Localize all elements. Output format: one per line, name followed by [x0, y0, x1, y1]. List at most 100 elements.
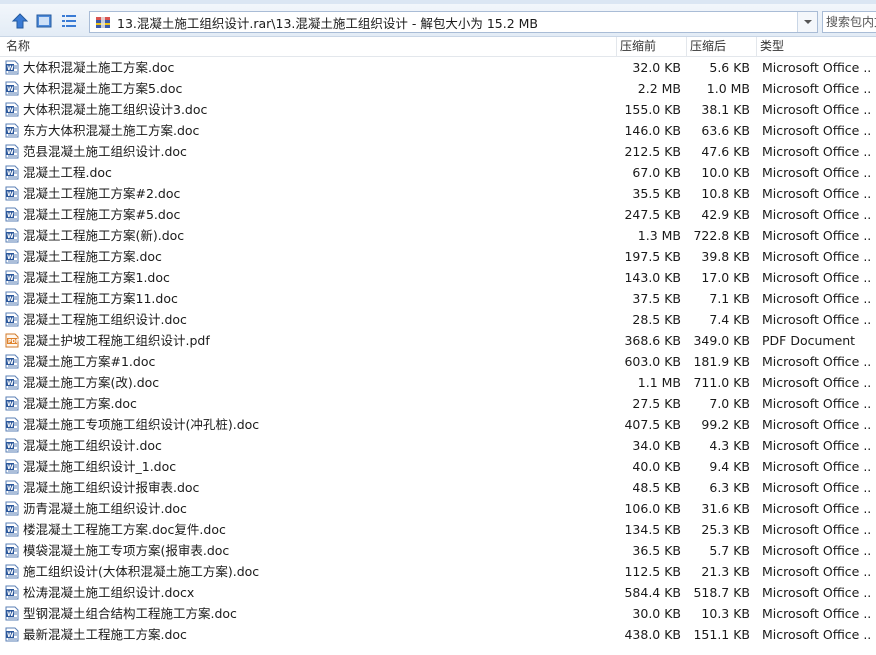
- file-row[interactable]: W 范县混凝土施工组织设计.doc 212.5 KB 47.6 KB Microsoft…: [0, 141, 876, 162]
- column-header-original-size[interactable]: 压缩前: [617, 37, 687, 57]
- file-compressed-size: 10.8 KB: [701, 186, 750, 201]
- file-compressed-size: 4.3 KB: [709, 438, 750, 453]
- svg-text:W: W: [7, 632, 14, 639]
- file-row[interactable]: W 模袋混凝土施工专项方案(报审表.doc 36.5 KB 5.7 KB Microso…: [0, 540, 876, 561]
- file-row[interactable]: W 大体积混凝土施工方案.doc 32.0 KB 5.6 KB Microsoft Of…: [0, 57, 876, 78]
- file-type: Microsoft Office ...: [762, 627, 872, 642]
- file-original-size: 27.5 KB: [632, 396, 681, 411]
- word-doc-icon: W: [5, 312, 19, 327]
- file-name: 混凝土施工方案.doc: [23, 396, 137, 411]
- address-dropdown-button[interactable]: [797, 12, 817, 32]
- word-doc-icon: W: [5, 207, 19, 222]
- up-folder-button[interactable]: [9, 10, 31, 32]
- file-name: 东方大体积混凝土施工方案.doc: [23, 123, 200, 138]
- file-row[interactable]: W 施工组织设计(大体积混凝土施工方案).doc 112.5 KB 21.3 KB Mi…: [0, 561, 876, 582]
- file-compressed-size: 6.3 KB: [709, 480, 750, 495]
- details-view-button[interactable]: [58, 10, 80, 32]
- file-type: Microsoft Office ...: [762, 207, 872, 222]
- file-original-size: 212.5 KB: [624, 144, 681, 159]
- arrow-up-icon: [11, 13, 29, 29]
- file-row[interactable]: W 混凝土工程施工方案(新).doc 1.3 MB 722.8 KB Microsoft…: [0, 225, 876, 246]
- file-original-size: 35.5 KB: [632, 186, 681, 201]
- file-compressed-size: 10.3 KB: [701, 606, 750, 621]
- word-doc-icon: W: [5, 438, 19, 453]
- column-header-type[interactable]: 类型: [757, 37, 876, 57]
- file-row[interactable]: W 混凝土施工组织设计报审表.doc 48.5 KB 6.3 KB Microsoft …: [0, 477, 876, 498]
- file-row[interactable]: W 沥青混凝土施工组织设计.doc 106.0 KB 31.6 KB Microsoft…: [0, 498, 876, 519]
- file-compressed-size: 47.6 KB: [701, 144, 750, 159]
- file-row[interactable]: W 混凝土施工组织设计.doc 34.0 KB 4.3 KB Microsoft Off…: [0, 435, 876, 456]
- file-row[interactable]: W 混凝土工程.doc 67.0 KB 10.0 KB Microsoft Office…: [0, 162, 876, 183]
- svg-text:W: W: [7, 212, 14, 219]
- file-original-size: 30.0 KB: [632, 606, 681, 621]
- file-row[interactable]: W 混凝土施工方案(改).doc 1.1 MB 711.0 KB Microsoft O…: [0, 372, 876, 393]
- file-row[interactable]: W 东方大体积混凝土施工方案.doc 146.0 KB 63.6 KB Microsof…: [0, 120, 876, 141]
- column-header-name[interactable]: 名称: [0, 37, 617, 57]
- file-type: Microsoft Office ...: [762, 144, 872, 159]
- file-type: Microsoft Office ...: [762, 606, 872, 621]
- file-compressed-size: 722.8 KB: [693, 228, 750, 243]
- file-row[interactable]: W 混凝土施工专项施工组织设计(冲孔桩).doc 407.5 KB 99.2 KB Mi…: [0, 414, 876, 435]
- file-compressed-size: 10.0 KB: [701, 165, 750, 180]
- word-doc-icon: W: [5, 60, 19, 75]
- svg-text:W: W: [7, 191, 14, 198]
- address-bar[interactable]: 13.混凝土施工组织设计.rar\13.混凝土施工组织设计 - 解包大小为 15…: [89, 11, 818, 33]
- file-type: PDF Document: [762, 333, 856, 348]
- file-row[interactable]: W 楼混凝土工程施工方案.doc复件.doc 134.5 KB 25.3 KB Micr…: [0, 519, 876, 540]
- search-input[interactable]: [823, 12, 876, 32]
- file-original-size: 40.0 KB: [632, 459, 681, 474]
- svg-text:W: W: [7, 107, 14, 114]
- file-row[interactable]: W 松涛混凝土施工组织设计.docx 584.4 KB 518.7 KB Microso…: [0, 582, 876, 603]
- file-name: 混凝土工程施工方案(新).doc: [23, 228, 185, 243]
- file-original-size: 67.0 KB: [632, 165, 681, 180]
- file-row[interactable]: W 混凝土施工组织设计_1.doc 40.0 KB 9.4 KB Microsoft O…: [0, 456, 876, 477]
- file-row[interactable]: W 混凝土工程施工方案11.doc 37.5 KB 7.1 KB Microsoft O…: [0, 288, 876, 309]
- word-doc-icon: W: [5, 480, 19, 495]
- file-original-size: 1.3 MB: [637, 228, 681, 243]
- word-doc-icon: W: [5, 543, 19, 558]
- file-name: 混凝土工程施工方案#2.doc: [23, 186, 181, 201]
- file-type: Microsoft Office ...: [762, 585, 872, 600]
- file-row[interactable]: W 大体积混凝土施工方案5.doc 2.2 MB 1.0 MB Microsoft Of…: [0, 78, 876, 99]
- file-original-size: 134.5 KB: [624, 522, 681, 537]
- file-row[interactable]: W 型钢混凝土组合结构工程施工方案.doc 30.0 KB 10.3 KB Micros…: [0, 603, 876, 624]
- file-type: Microsoft Office ...: [762, 396, 872, 411]
- view-list-icon: [62, 15, 76, 27]
- file-name: 混凝土施工组织设计_1.doc: [23, 459, 177, 474]
- file-row[interactable]: W 混凝土施工方案.doc 27.5 KB 7.0 KB Microsoft Offic…: [0, 393, 876, 414]
- file-row[interactable]: W 混凝土工程施工组织设计.doc 28.5 KB 7.4 KB Microsoft O…: [0, 309, 876, 330]
- column-header-compressed-size[interactable]: 压缩后: [687, 37, 757, 57]
- file-original-size: 407.5 KB: [624, 417, 681, 432]
- file-row[interactable]: W 最新混凝土工程施工方案.doc 438.0 KB 151.1 KB Microsof…: [0, 624, 876, 645]
- large-icons-view-button[interactable]: [33, 10, 55, 32]
- svg-text:W: W: [7, 170, 14, 177]
- file-name: 混凝土工程施工方案11.doc: [23, 291, 178, 306]
- svg-text:W: W: [7, 86, 14, 93]
- file-row[interactable]: W 混凝土施工方案#1.doc 603.0 KB 181.9 KB Microsoft …: [0, 351, 876, 372]
- svg-text:W: W: [7, 275, 14, 282]
- search-box[interactable]: [822, 11, 876, 33]
- file-compressed-size: 7.0 KB: [709, 396, 750, 411]
- file-row[interactable]: W 混凝土工程施工方案#2.doc 35.5 KB 10.8 KB Microsoft …: [0, 183, 876, 204]
- word-doc-icon: W: [5, 354, 19, 369]
- file-row[interactable]: W 混凝土工程施工方案.doc 197.5 KB 39.8 KB Microsoft O…: [0, 246, 876, 267]
- file-original-size: 1.1 MB: [637, 375, 681, 390]
- file-name: 型钢混凝土组合结构工程施工方案.doc: [23, 606, 237, 621]
- file-type: Microsoft Office ...: [762, 543, 872, 558]
- file-type: Microsoft Office ...: [762, 438, 872, 453]
- word-doc-icon: W: [5, 81, 19, 96]
- column-header: 名称 压缩前 压缩后 类型: [0, 37, 876, 57]
- file-compressed-size: 7.1 KB: [709, 291, 750, 306]
- file-compressed-size: 99.2 KB: [701, 417, 750, 432]
- svg-text:W: W: [7, 611, 14, 618]
- file-row[interactable]: PDF 混凝土护坡工程施工组织设计.pdf 368.6 KB 349.0 KB PDF …: [0, 330, 876, 351]
- file-original-size: 106.0 KB: [624, 501, 681, 516]
- file-compressed-size: 151.1 KB: [693, 627, 750, 642]
- file-name: 楼混凝土工程施工方案.doc复件.doc: [23, 522, 226, 537]
- file-compressed-size: 1.0 MB: [706, 81, 750, 96]
- file-type: Microsoft Office ...: [762, 354, 872, 369]
- file-row[interactable]: W 大体积混凝土施工组织设计3.doc 155.0 KB 38.1 KB Microso…: [0, 99, 876, 120]
- file-name: 松涛混凝土施工组织设计.docx: [23, 585, 195, 600]
- file-row[interactable]: W 混凝土工程施工方案1.doc 143.0 KB 17.0 KB Microsoft …: [0, 267, 876, 288]
- file-row[interactable]: W 混凝土工程施工方案#5.doc 247.5 KB 42.9 KB Microsoft…: [0, 204, 876, 225]
